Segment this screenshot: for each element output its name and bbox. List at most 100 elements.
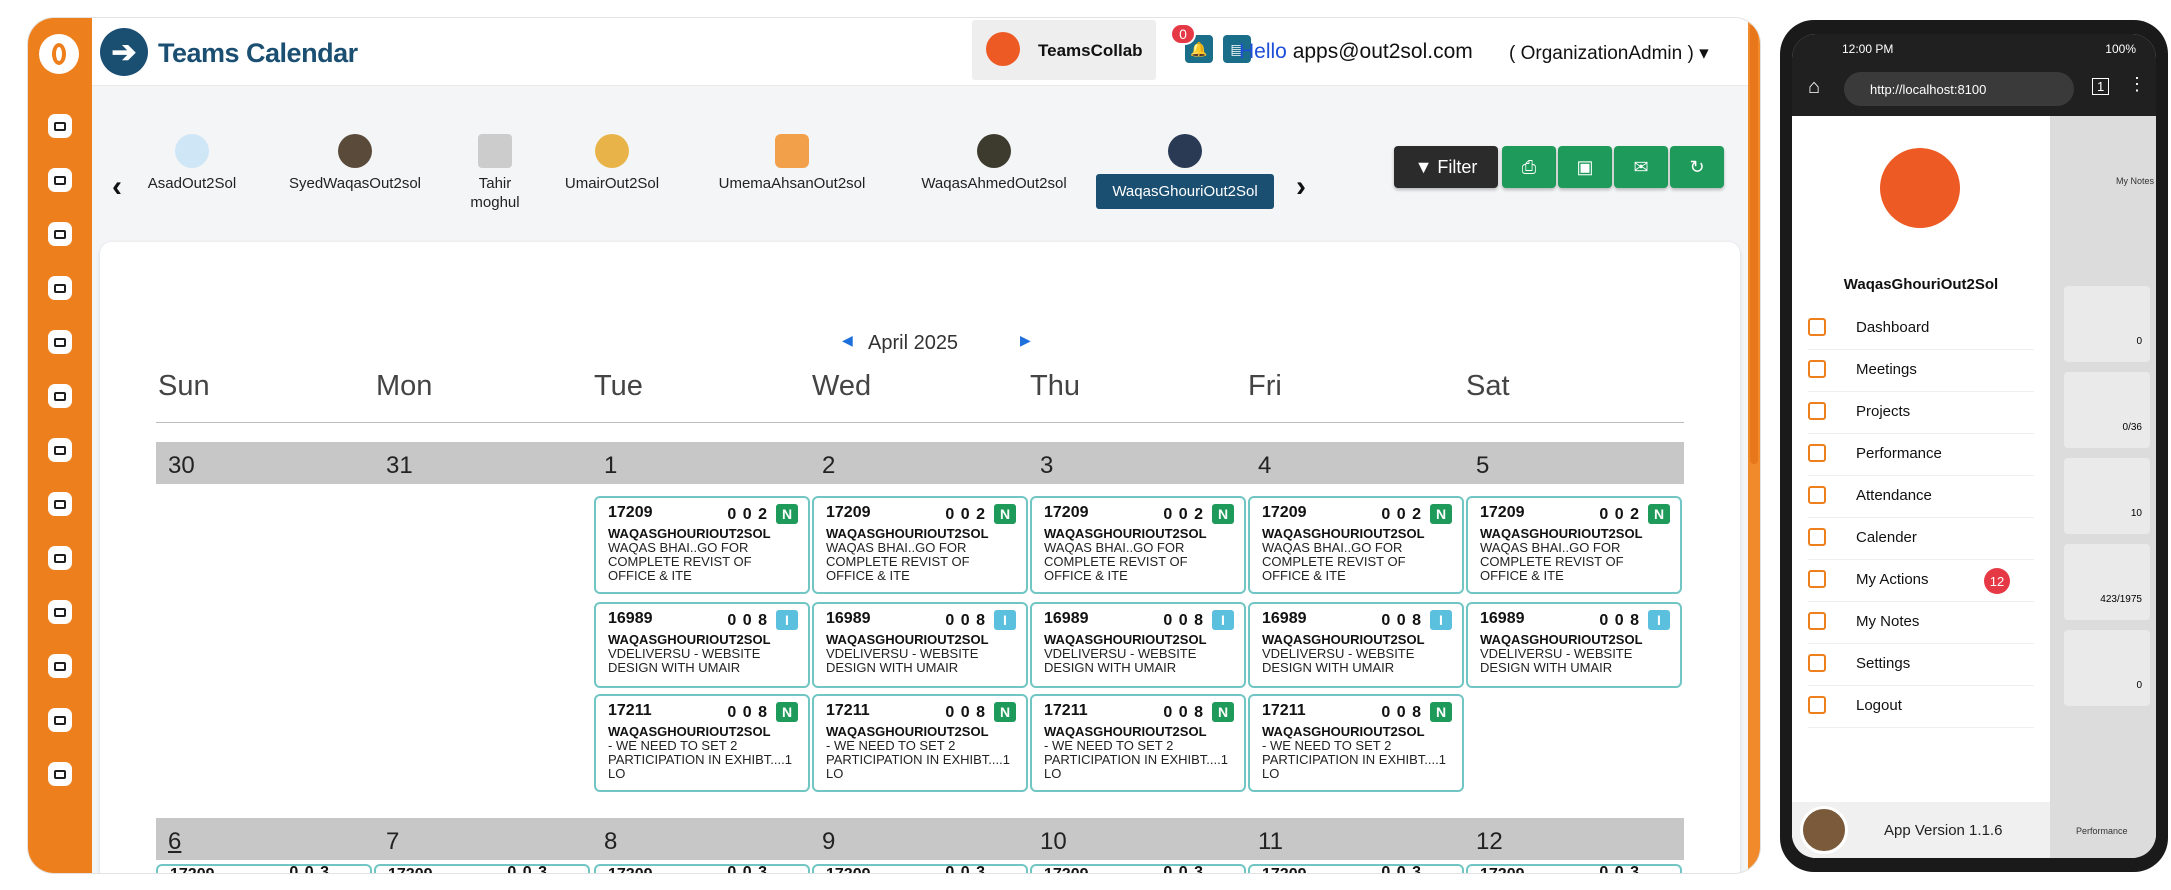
event-status-badge: N (1430, 702, 1452, 722)
org-switcher[interactable]: TeamsCollab (972, 20, 1156, 80)
event-card[interactable]: 17211 0 0 8 N WAQASGHOURIOUT2SOL - WE NEED T… (1248, 694, 1464, 792)
menu-item-dashboard[interactable]: Dashboard (1808, 308, 2034, 350)
event-card[interactable]: 17211 0 0 8 N WAQASGHOURIOUT2SOL - WE NEED T… (1030, 694, 1246, 792)
users-icon[interactable] (48, 114, 72, 138)
day-number[interactable]: 9 (822, 828, 835, 856)
event-card[interactable]: 172090 0 3 (374, 864, 590, 873)
app-logo[interactable] (39, 34, 79, 74)
day-number[interactable]: 8 (604, 828, 617, 856)
url-text: http://localhost:8100 (1870, 81, 1987, 97)
menu-item-logout[interactable]: Logout (1808, 686, 2034, 728)
event-card[interactable]: 17211 0 0 8 N WAQASGHOURIOUT2SOL - WE NEED T… (812, 694, 1028, 792)
event-card[interactable]: 16989 0 0 8 I WAQASGHOURIOUT2SOL VDELIVERSU … (1248, 602, 1464, 688)
event-card[interactable]: 17209 0 0 2 N WAQASGHOURIOUT2SOL WAQAS BHAI.… (812, 496, 1028, 594)
event-card[interactable]: 172090 0 3 (594, 864, 810, 873)
role-dropdown[interactable]: ( OrganizationAdmin ) ▾ (1509, 42, 1709, 65)
wallet-icon[interactable] (48, 708, 72, 732)
gear-icon[interactable] (48, 762, 72, 786)
menu-item-attendance[interactable]: Attendance (1808, 476, 2034, 518)
print-button[interactable]: ⎙ (1502, 146, 1556, 188)
user-item[interactable]: AsadOut2Sol (132, 134, 252, 193)
avatar (775, 134, 809, 168)
event-card[interactable]: 17209 0 0 2 N WAQASGHOURIOUT2SOL WAQAS BHAI.… (594, 496, 810, 594)
app-logo (1880, 148, 1960, 228)
menu-item-performance[interactable]: Performance (1808, 434, 2034, 476)
user-item[interactable]: UmemaAhsanOut2sol (702, 134, 882, 193)
table-icon[interactable] (48, 222, 72, 246)
user-item[interactable]: SyedWaqasOut2sol (270, 134, 440, 193)
event-card[interactable]: 17209 0 0 2 N WAQASGHOURIOUT2SOL WAQAS BHAI.… (1030, 496, 1246, 594)
event-card[interactable]: 16989 0 0 8 I WAQASGHOURIOUT2SOL VDELIVERSU … (812, 602, 1028, 688)
event-counts: 0 0 2 (727, 506, 768, 523)
day-number[interactable]: 1 (604, 452, 617, 480)
day-number[interactable]: 4 (1258, 452, 1271, 480)
chevron-right-icon[interactable]: › (1296, 170, 1306, 204)
event-description: WAQAS BHAI..GO FOR COMPLETE REVIST OF OF… (1480, 540, 1624, 583)
event-card[interactable]: 16989 0 0 8 I WAQASGHOURIOUT2SOL VDELIVERSU … (1030, 602, 1246, 688)
event-card[interactable]: 16989 0 0 8 I WAQASGHOURIOUT2SOL VDELIVERSU … (594, 602, 810, 688)
list-icon[interactable] (48, 168, 72, 192)
chevron-left-icon[interactable]: ‹ (112, 170, 122, 204)
day-number[interactable]: 3 (1040, 452, 1053, 480)
tabs-icon[interactable]: 1 (2092, 78, 2110, 95)
event-card[interactable]: 17211 0 0 8 N WAQASGHOURIOUT2SOL - WE NEED T… (594, 694, 810, 792)
menu-icon (1808, 696, 1826, 714)
email-button[interactable]: ✉ (1614, 146, 1668, 188)
event-card[interactable]: 16989 0 0 8 I WAQASGHOURIOUT2SOL VDELIVERSU … (1466, 602, 1682, 688)
menu-item-calender[interactable]: Calender (1808, 518, 2034, 560)
table-icon[interactable] (48, 438, 72, 462)
phone-time: 12:00 PM (1842, 42, 1894, 56)
user-item[interactable]: WaqasAhmedOut2sol (904, 134, 1084, 193)
leaf-icon[interactable] (48, 330, 72, 354)
table-icon[interactable] (48, 600, 72, 624)
filter-icon: ▼ (1414, 156, 1438, 177)
menu-item-my-actions[interactable]: My Actions 12 (1808, 560, 2034, 602)
scrollbar[interactable] (1748, 18, 1760, 873)
day-number[interactable]: 7 (386, 828, 399, 856)
weekday-header: Thu (1030, 370, 1080, 402)
excel-button[interactable]: ▣ (1558, 146, 1612, 188)
user-item-selected[interactable]: WaqasGhouriOut2Sol (1096, 134, 1274, 209)
event-card[interactable]: 17209 0 0 2 N WAQASGHOURIOUT2SOL WAQAS BHAI.… (1466, 496, 1682, 594)
day-number[interactable]: 11 (1258, 828, 1283, 856)
menu-label: Dashboard (1856, 319, 1930, 336)
prev-month-icon[interactable]: ◀ (842, 332, 853, 349)
event-card[interactable]: 172090 0 3 (1466, 864, 1682, 873)
event-status-badge: N (1212, 702, 1234, 722)
leaf-icon[interactable] (48, 384, 72, 408)
next-month-icon[interactable]: ▶ (1020, 332, 1031, 349)
event-counts: 0 0 3 (1163, 864, 1204, 873)
user-item[interactable]: Tahir moghul (460, 134, 530, 212)
event-card[interactable]: 172090 0 3 (156, 864, 372, 873)
filter-button[interactable]: ▼ Filter (1394, 146, 1498, 188)
menu-item-meetings[interactable]: Meetings (1808, 350, 2034, 392)
event-card[interactable]: 172090 0 3 (812, 864, 1028, 873)
event-card[interactable]: 17209 0 0 2 N WAQASGHOURIOUT2SOL WAQAS BHAI.… (1248, 496, 1464, 594)
table-icon[interactable] (48, 546, 72, 570)
event-card[interactable]: 172090 0 3 (1248, 864, 1464, 873)
menu-item-my-notes[interactable]: My Notes (1808, 602, 2034, 644)
day-number[interactable]: 6 (168, 828, 181, 856)
refresh-button[interactable]: ↻ (1670, 146, 1724, 188)
scrollbar-thumb[interactable] (1750, 24, 1758, 464)
back-arrow-icon[interactable]: ➔ (100, 28, 148, 76)
table-icon[interactable] (48, 654, 72, 678)
more-icon[interactable]: ⋮ (2128, 74, 2146, 95)
day-number[interactable]: 30 (168, 452, 195, 480)
day-number[interactable]: 31 (386, 452, 413, 480)
event-card[interactable]: 172090 0 3 (1030, 864, 1246, 873)
day-number[interactable]: 12 (1476, 828, 1503, 856)
user-item[interactable]: UmairOut2Sol (552, 134, 672, 193)
menu-item-projects[interactable]: Projects (1808, 392, 2034, 434)
event-status-badge: I (1212, 610, 1234, 630)
day-number[interactable]: 2 (822, 452, 835, 480)
home-icon[interactable]: ⌂ (1808, 76, 1820, 99)
menu-item-settings[interactable]: Settings (1808, 644, 2034, 686)
day-number[interactable]: 5 (1476, 452, 1489, 480)
divider (156, 422, 1684, 423)
day-number[interactable]: 10 (1040, 828, 1067, 856)
hand-icon[interactable] (48, 492, 72, 516)
leaf-icon[interactable] (48, 276, 72, 300)
side-rail (28, 18, 92, 873)
url-field[interactable]: http://localhost:8100 (1844, 72, 2074, 106)
